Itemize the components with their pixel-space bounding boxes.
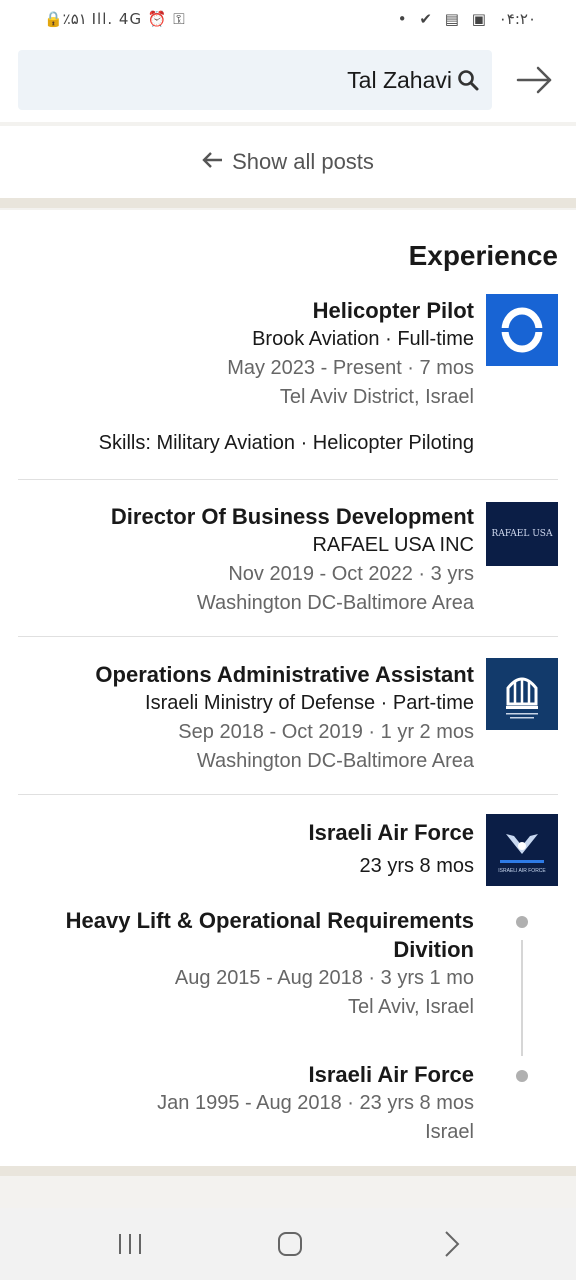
location: Washington DC-Baltimore Area (196, 750, 474, 772)
date-range: Jan 1995 - Aug 2018 · 23 yrs 8 mos (157, 1092, 474, 1114)
experience-item-israeli-air-force[interactable]: Israeli Air Force 23 yrs 8 mos ISRAELI A… (18, 814, 558, 1144)
divider (18, 479, 558, 480)
date-range: Aug 2015 - Aug 2018 · 3 yrs 1 mo (174, 967, 474, 989)
status-icons-right: • ✔ ▤ ▣ ۰۴:۲۰ (390, 10, 536, 28)
home-icon[interactable] (272, 1226, 308, 1262)
company-name: Brook Aviation · Full-time (252, 328, 474, 350)
divider (18, 636, 558, 637)
arrow-left-icon (202, 149, 224, 175)
timeline-dot (516, 916, 528, 928)
role-title-line1: Heavy Lift & Operational Requirements (65, 908, 474, 933)
job-title: Operations Administrative Assistant (95, 662, 474, 687)
location: Washington DC-Baltimore Area (196, 592, 474, 614)
ministry-of-defense-logo[interactable] (486, 658, 558, 730)
role-title-line2: Divition (393, 937, 474, 962)
logo-text: ISRAELI AIR FORCE (498, 868, 546, 874)
timeline-line (521, 940, 523, 1056)
divider (18, 794, 558, 795)
location: Tel Aviv, Israel (348, 996, 474, 1018)
image-icon: ▣ (471, 10, 486, 28)
company-name: RAFAEL USA INC (312, 534, 474, 556)
location: Tel Aviv District, Israel (279, 386, 474, 408)
chevron-right-icon[interactable] (434, 1226, 470, 1262)
arrow-right-icon[interactable] (514, 62, 554, 98)
timeline-dot (516, 1070, 528, 1082)
status-icons-left: 🔒٪۵۱ Ill. 4G ⏰ ⚿ (44, 10, 186, 28)
logo-text: RAFAEL USA (491, 529, 553, 539)
show-all-posts-label: Show all posts (232, 149, 374, 174)
company-name: Israeli Ministry of Defense · Part-time (145, 692, 474, 714)
rafael-usa-logo[interactable]: RAFAEL USA (486, 502, 558, 566)
experience-item-operations[interactable]: Operations Administrative Assistant Isra… (18, 658, 558, 776)
experience-section: Experience Helicopter Pilot Brook Aviati… (0, 210, 576, 1176)
experience-item-director[interactable]: Director Of Business Development RAFAEL … (18, 500, 558, 618)
role-item[interactable]: Heavy Lift & Operational Requirements Di… (66, 906, 474, 1022)
location: Israel (425, 1121, 474, 1143)
system-navigation-bar (0, 1208, 576, 1280)
search-header: Tal Zahavi (0, 42, 576, 122)
israeli-air-force-logo[interactable]: ISRAELI AIR FORCE (486, 814, 558, 886)
skills: Skills: Military Aviation · Helicopter P… (98, 432, 474, 454)
section-title: Experience (408, 240, 558, 271)
notification-dot-icon: • (397, 10, 407, 28)
role-item[interactable]: Israeli Air Force Jan 1995 - Aug 2018 · … (157, 1060, 474, 1147)
calendar-icon: ▤ (444, 10, 459, 28)
company-title: Israeli Air Force (308, 820, 474, 845)
date-range: Sep 2018 - Oct 2019 · 1 yr 2 mos (178, 721, 474, 743)
date-range: Nov 2019 - Oct 2022 · 3 yrs (228, 563, 474, 585)
search-query[interactable]: Tal Zahavi (347, 67, 452, 94)
search-icon[interactable] (456, 68, 480, 92)
role-title: Israeli Air Force (308, 1062, 474, 1087)
show-all-posts-bar: Show all posts (0, 126, 576, 208)
clock-text: ۰۴:۲۰ (498, 10, 536, 28)
status-bar: 🔒٪۵۱ Ill. 4G ⏰ ⚿ • ✔ ▤ ▣ ۰۴:۲۰ (0, 0, 576, 42)
total-duration: 23 yrs 8 mos (359, 855, 474, 877)
check-icon: ✔ (419, 10, 432, 28)
brook-aviation-logo[interactable] (486, 294, 558, 366)
search-box[interactable]: Tal Zahavi (18, 50, 492, 110)
experience-item-helicopter-pilot[interactable]: Helicopter Pilot Brook Aviation · Full-t… (18, 294, 558, 470)
show-all-posts-button[interactable]: Show all posts (0, 126, 576, 198)
job-title: Helicopter Pilot (312, 298, 474, 323)
job-title: Director Of Business Development (110, 504, 474, 529)
date-range: May 2023 - Present · 7 mos (227, 357, 474, 379)
recent-apps-icon[interactable] (112, 1226, 148, 1262)
